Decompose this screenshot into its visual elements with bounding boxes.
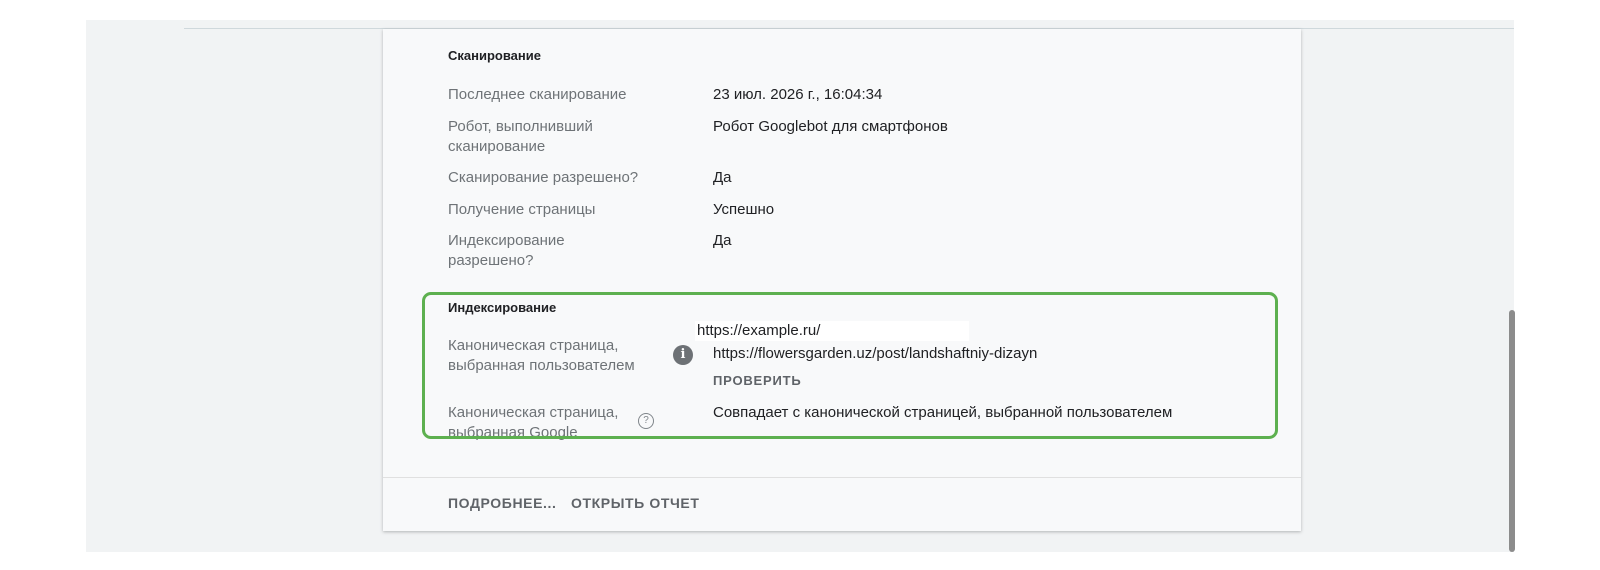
- last-crawl-label: Последнее сканирование: [448, 86, 627, 103]
- crawl-allowed-value: Да: [713, 169, 732, 186]
- crawler-value: Робот Googlebot для смартфонов: [713, 118, 948, 135]
- indexing-allowed-label: Индексирование разрешено?: [448, 232, 565, 269]
- footer-divider: [383, 477, 1301, 478]
- crawl-section-title: Сканирование: [448, 48, 541, 63]
- crawl-allowed-label: Сканирование разрешено?: [448, 169, 639, 186]
- open-report-button[interactable]: ОТКРЫТЬ ОТЧЕТ: [571, 495, 700, 511]
- label-clip-mask: [383, 445, 1301, 449]
- scrollbar-thumb[interactable]: [1509, 310, 1515, 552]
- page-fetch-label: Получение страницы: [448, 201, 596, 218]
- last-crawl-value: 23 июл. 2026 г., 16:04:34: [713, 86, 883, 103]
- indexing-highlight-box: [422, 292, 1278, 439]
- crawler-label: Робот, выполнивший сканирование: [448, 118, 593, 155]
- inspection-details-panel: Сканирование Последнее сканирование 23 и…: [383, 29, 1301, 531]
- learn-more-button[interactable]: ПОДРОБНЕЕ...: [448, 495, 557, 511]
- page-fetch-value: Успешно: [713, 201, 775, 218]
- indexing-allowed-value: Да: [713, 232, 732, 249]
